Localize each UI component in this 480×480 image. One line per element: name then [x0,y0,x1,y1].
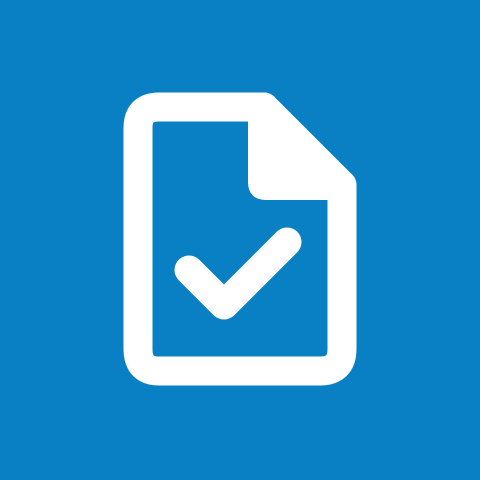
check-mark-icon [174,227,302,320]
app-icon-tile [0,0,480,480]
document-check-icon [123,92,357,386]
